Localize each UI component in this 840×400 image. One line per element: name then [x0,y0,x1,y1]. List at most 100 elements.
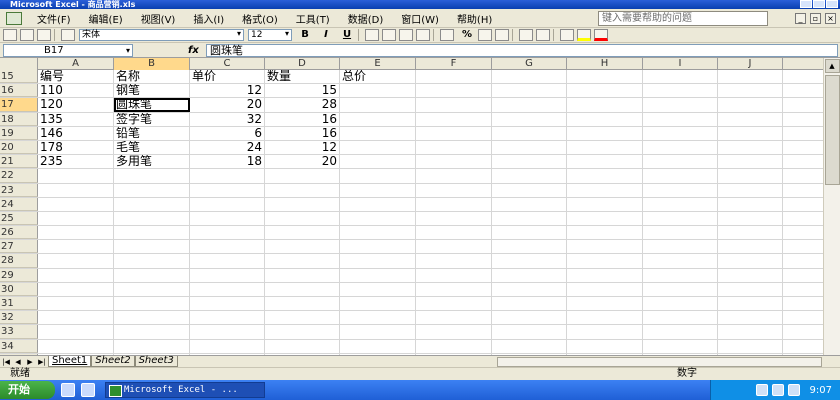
merge-icon[interactable] [416,29,430,41]
row-header[interactable]: 28 [0,254,38,268]
vertical-scrollbar[interactable]: ▲ [823,58,840,355]
row-header[interactable]: 19 [0,126,38,140]
cell-c20[interactable]: 24 [190,140,265,155]
doc-minimize-icon[interactable]: _ [795,13,806,24]
cell-j26[interactable] [718,226,783,240]
cell-i29[interactable] [643,268,718,282]
cell-b32[interactable] [114,311,190,325]
cell-f25[interactable] [416,211,492,226]
cell-i23[interactable] [643,183,718,197]
cell-e17[interactable] [340,98,416,112]
cell-d33[interactable] [265,325,340,339]
cell-h31[interactable] [567,297,643,311]
cell-g27[interactable] [492,240,567,254]
font-size-select[interactable]: 12 [248,29,292,41]
cell-a21[interactable]: 235 [38,155,114,169]
cell-a32[interactable] [38,311,114,325]
cell-g18[interactable] [492,112,567,126]
cell-g33[interactable] [492,325,567,339]
row-header[interactable]: 26 [0,226,38,240]
cell-g24[interactable] [492,197,567,211]
column-header-j[interactable]: J [718,58,783,70]
cell-a20[interactable]: 178 [38,140,114,155]
cell-a26[interactable] [38,226,114,240]
cell-a23[interactable] [38,183,114,197]
cell-j32[interactable] [718,311,783,325]
cell-j25[interactable] [718,211,783,226]
italic-button[interactable]: I [318,29,334,41]
cell-h24[interactable] [567,197,643,211]
cell-b25[interactable] [114,211,190,226]
cell-g30[interactable] [492,282,567,296]
column-header-f[interactable]: F [416,58,492,70]
cell-b24[interactable] [114,197,190,211]
column-header-a[interactable]: A [38,58,114,70]
prev-sheet-icon[interactable]: ◀ [12,358,24,366]
cell-h32[interactable] [567,311,643,325]
sheet-tab-sheet2[interactable]: Sheet2 [91,356,135,367]
tray-ime-icon[interactable] [787,384,800,396]
cell-g16[interactable] [492,84,567,98]
cell-a18[interactable]: 135 [38,112,114,126]
cell-e28[interactable] [340,254,416,268]
cell-i19[interactable] [643,126,718,140]
column-header-i[interactable]: I [643,58,718,70]
cell-j15[interactable] [718,70,783,84]
tray-network-icon[interactable] [755,384,768,396]
row-header[interactable]: 31 [0,297,38,311]
cell-j29[interactable] [718,268,783,282]
cell-j27[interactable] [718,240,783,254]
cell-d15[interactable]: 数量 [265,70,340,84]
cell-h16[interactable] [567,84,643,98]
row-header[interactable]: 21 [0,155,38,169]
cell-i17[interactable] [643,98,718,112]
underline-button[interactable]: U [339,29,355,41]
cell-b16[interactable]: 钢笔 [114,84,190,98]
show-desktop-icon[interactable] [81,383,95,397]
cell-f30[interactable] [416,282,492,296]
cell-f19[interactable] [416,126,492,140]
cell-h34[interactable] [567,339,643,353]
menu-window[interactable]: 窗口(W) [392,11,448,26]
cell-a33[interactable] [38,325,114,339]
sheet-tab-sheet3[interactable]: Sheet3 [134,356,178,367]
cell-b30[interactable] [114,282,190,296]
cell-d31[interactable] [265,297,340,311]
cell-h17[interactable] [567,98,643,112]
cell-a15[interactable]: 编号 [38,70,114,84]
cell-a29[interactable] [38,268,114,282]
cell-f32[interactable] [416,311,492,325]
indent-icon[interactable] [519,29,533,41]
cell-c33[interactable] [190,325,265,339]
font-name-select[interactable]: 宋体 [79,29,244,41]
cell-c30[interactable] [190,282,265,296]
cell-a30[interactable] [38,282,114,296]
column-header-d[interactable]: D [265,58,340,70]
cell-c22[interactable] [190,169,265,183]
bold-button[interactable]: B [297,29,313,41]
cell-j19[interactable] [718,126,783,140]
cell-c34[interactable] [190,339,265,353]
taskbar-excel-button[interactable]: Microsoft Excel - ... [105,382,265,398]
cell-i30[interactable] [643,282,718,296]
cell-h23[interactable] [567,183,643,197]
cell-f33[interactable] [416,325,492,339]
cell-d16[interactable]: 15 [265,84,340,98]
cell-f29[interactable] [416,268,492,282]
cell-b28[interactable] [114,254,190,268]
cell-h18[interactable] [567,112,643,126]
cell-h27[interactable] [567,240,643,254]
cell-d26[interactable] [265,226,340,240]
cell-i18[interactable] [643,112,718,126]
cell-c29[interactable] [190,268,265,282]
cell-c27[interactable] [190,240,265,254]
cell-d27[interactable] [265,240,340,254]
cell-j18[interactable] [718,112,783,126]
cell-e34[interactable] [340,339,416,353]
menu-format[interactable]: 格式(O) [233,11,287,26]
row-header[interactable]: 25 [0,211,38,226]
cell-g28[interactable] [492,254,567,268]
row-header[interactable]: 27 [0,240,38,254]
doc-restore-icon[interactable]: ▫ [810,13,821,24]
cell-e19[interactable] [340,126,416,140]
